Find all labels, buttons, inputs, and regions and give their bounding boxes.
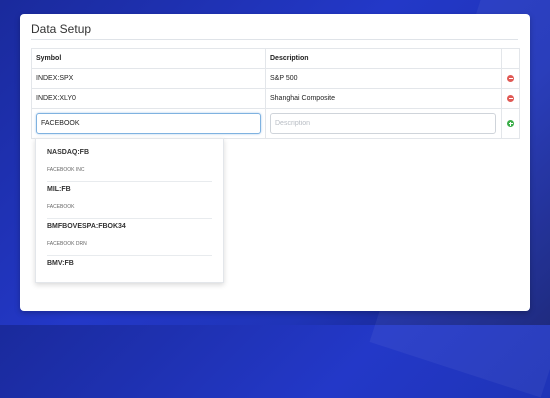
header-symbol: Symbol (32, 49, 266, 68)
row-description[interactable]: S&P 500 (266, 69, 502, 88)
panel-title: Data Setup (31, 22, 92, 36)
divider (47, 181, 212, 182)
remove-row-button[interactable] (502, 89, 519, 108)
header-actions (502, 49, 519, 68)
header-description: Description (266, 49, 502, 68)
row-symbol[interactable]: INDEX:SPX (32, 69, 266, 88)
divider (47, 218, 212, 219)
add-row-button[interactable] (502, 109, 519, 138)
symbol-grid: Symbol Description INDEX:SPX S&P 500 IND… (31, 48, 520, 139)
divider (31, 39, 518, 40)
minus-circle-icon (507, 75, 514, 82)
suggestion-item[interactable]: BMV:FB (47, 260, 212, 267)
remove-row-button[interactable] (502, 69, 519, 88)
row-symbol[interactable]: INDEX:XLY0 (32, 89, 266, 108)
minus-circle-icon (507, 95, 514, 102)
suggestion-symbol: NASDAQ:FB (47, 149, 89, 156)
suggestion-item[interactable]: MIL:FB FACEBOOK (47, 186, 212, 219)
new-description-cell (266, 109, 502, 138)
grid-header-row: Symbol Description (32, 49, 519, 69)
new-symbol-cell (32, 109, 266, 138)
table-row: INDEX:XLY0 Shanghai Composite (32, 89, 519, 109)
symbol-input[interactable] (36, 113, 261, 134)
suggestion-description: FACEBOOK INC (47, 167, 85, 173)
divider (47, 255, 212, 256)
new-row (32, 109, 519, 138)
suggestion-symbol: BMFBOVESPA:FBOK34 (47, 223, 126, 230)
table-row: INDEX:SPX S&P 500 (32, 69, 519, 89)
data-setup-panel: Data Setup Symbol Description INDEX:SPX … (20, 14, 530, 311)
suggestion-description: FACEBOOK (47, 204, 75, 210)
description-input[interactable] (270, 113, 496, 134)
row-description[interactable]: Shanghai Composite (266, 89, 502, 108)
suggestion-item[interactable]: NASDAQ:FB FACEBOOK INC (47, 149, 212, 182)
symbol-suggestions-dropdown: NASDAQ:FB FACEBOOK INC MIL:FB FACEBOOK B… (35, 138, 224, 283)
suggestion-description: FACEBOOK DRN (47, 241, 87, 247)
suggestion-item[interactable]: BMFBOVESPA:FBOK34 FACEBOOK DRN (47, 223, 212, 256)
suggestion-symbol: MIL:FB (47, 186, 71, 193)
suggestion-symbol: BMV:FB (47, 260, 74, 267)
plus-circle-icon (507, 120, 514, 127)
